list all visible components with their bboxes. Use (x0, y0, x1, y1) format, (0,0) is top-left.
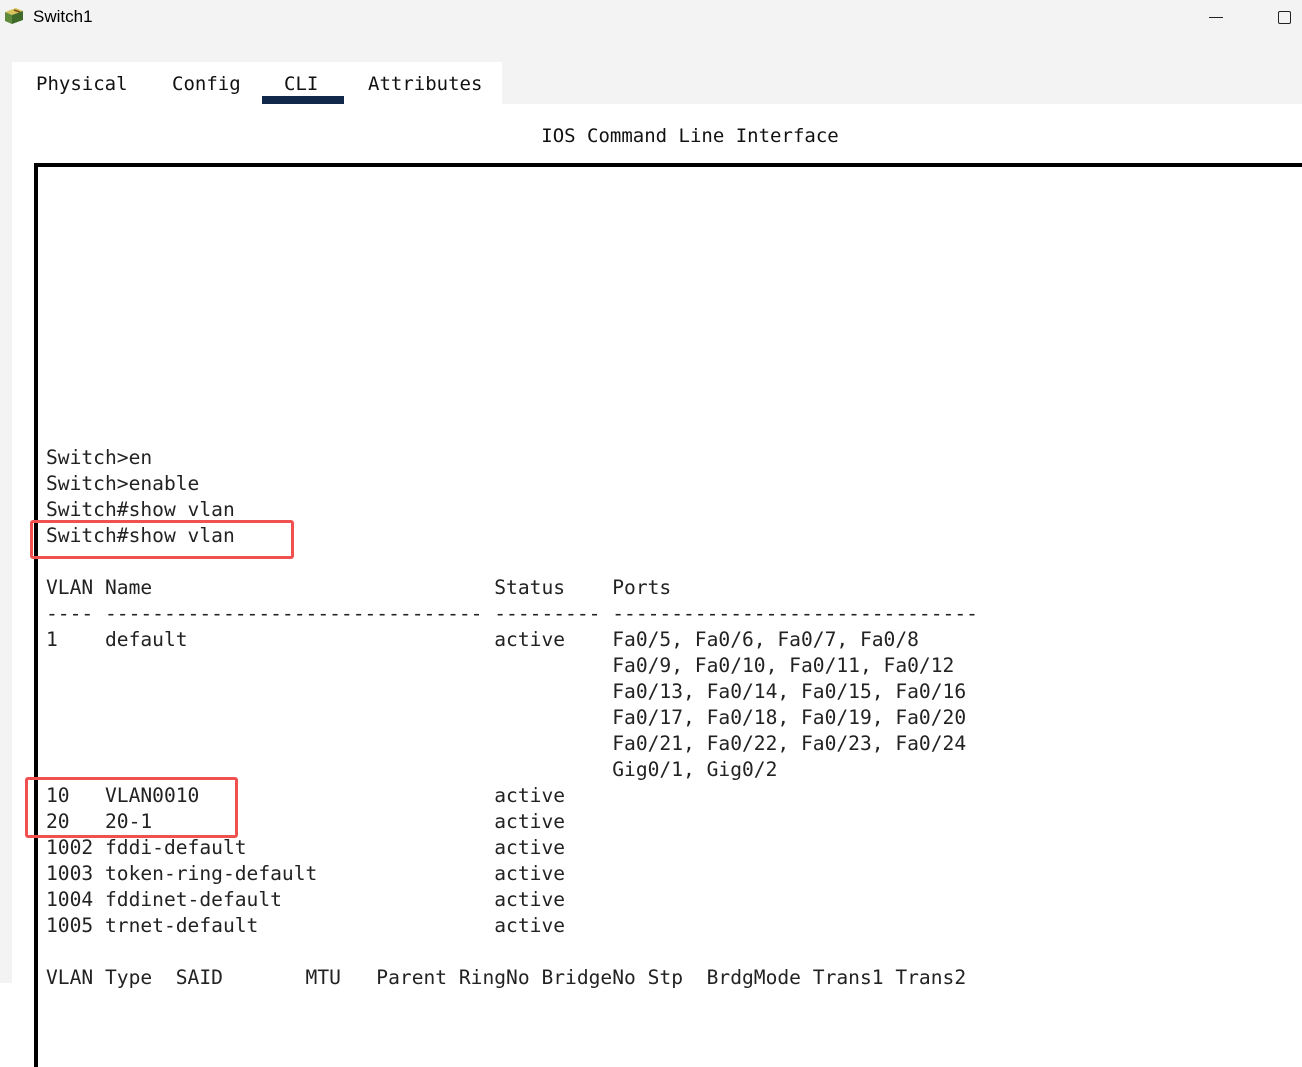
cli-console[interactable]: Switch>en Switch>enable Switch#show vlan Sw… (34, 163, 1302, 1067)
maximize-button[interactable] (1270, 4, 1300, 30)
console-line: VLAN Name Status Ports (46, 576, 672, 599)
cli-heading: IOS Command Line Interface (541, 125, 839, 147)
console-line: Switch#show vlan (46, 524, 235, 547)
console-line: Fa0/9, Fa0/10, Fa0/11, Fa0/12 (46, 654, 955, 677)
tab-config[interactable]: Config (172, 69, 241, 99)
console-line: Fa0/21, Fa0/22, Fa0/23, Fa0/24 (46, 732, 967, 755)
tab-physical[interactable]: Physical (36, 69, 128, 99)
tab-attributes[interactable]: Attributes (368, 69, 482, 99)
console-line: 1002 fddi-default active (46, 836, 566, 859)
console-line: VLAN Type SAID MTU Parent RingNo BridgeN… (46, 966, 967, 989)
console-line: Switch>enable (46, 472, 200, 495)
title-bar: Switch1 (0, 0, 1302, 38)
console-line: ---- -------------------------------- --… (46, 602, 978, 625)
console-line: 10 VLAN0010 active (46, 784, 566, 807)
console-line: Switch#show vlan (46, 498, 235, 521)
console-line: 1004 fddinet-default active (46, 888, 566, 911)
minimize-button[interactable] (1200, 4, 1230, 30)
active-tab-indicator (262, 96, 344, 104)
console-line: Fa0/17, Fa0/18, Fa0/19, Fa0/20 (46, 706, 967, 729)
switch-device-icon (5, 8, 23, 24)
tab-cli[interactable]: CLI (284, 69, 318, 99)
console-line: 1005 trnet-default active (46, 914, 566, 937)
console-line: Switch>en (46, 446, 153, 469)
console-line: 1 default active Fa0/5, Fa0/6, Fa0/7, Fa… (46, 628, 919, 651)
window-title: Switch1 (33, 7, 93, 26)
console-line: Fa0/13, Fa0/14, Fa0/15, Fa0/16 (46, 680, 967, 703)
console-line: 20 20-1 active (46, 810, 566, 833)
cli-panel: IOS Command Line Interface Switch>en Swit… (12, 104, 1302, 1067)
device-window-body: Physical Config CLI Attributes IOS Comma… (0, 38, 1302, 1067)
console-output: Switch>en Switch>enable Switch#show vlan Sw… (46, 445, 978, 991)
tab-bar: Physical Config CLI Attributes (12, 62, 502, 104)
console-line: Gig0/1, Gig0/2 (46, 758, 778, 781)
console-line: 1003 token-ring-default active (46, 862, 566, 885)
